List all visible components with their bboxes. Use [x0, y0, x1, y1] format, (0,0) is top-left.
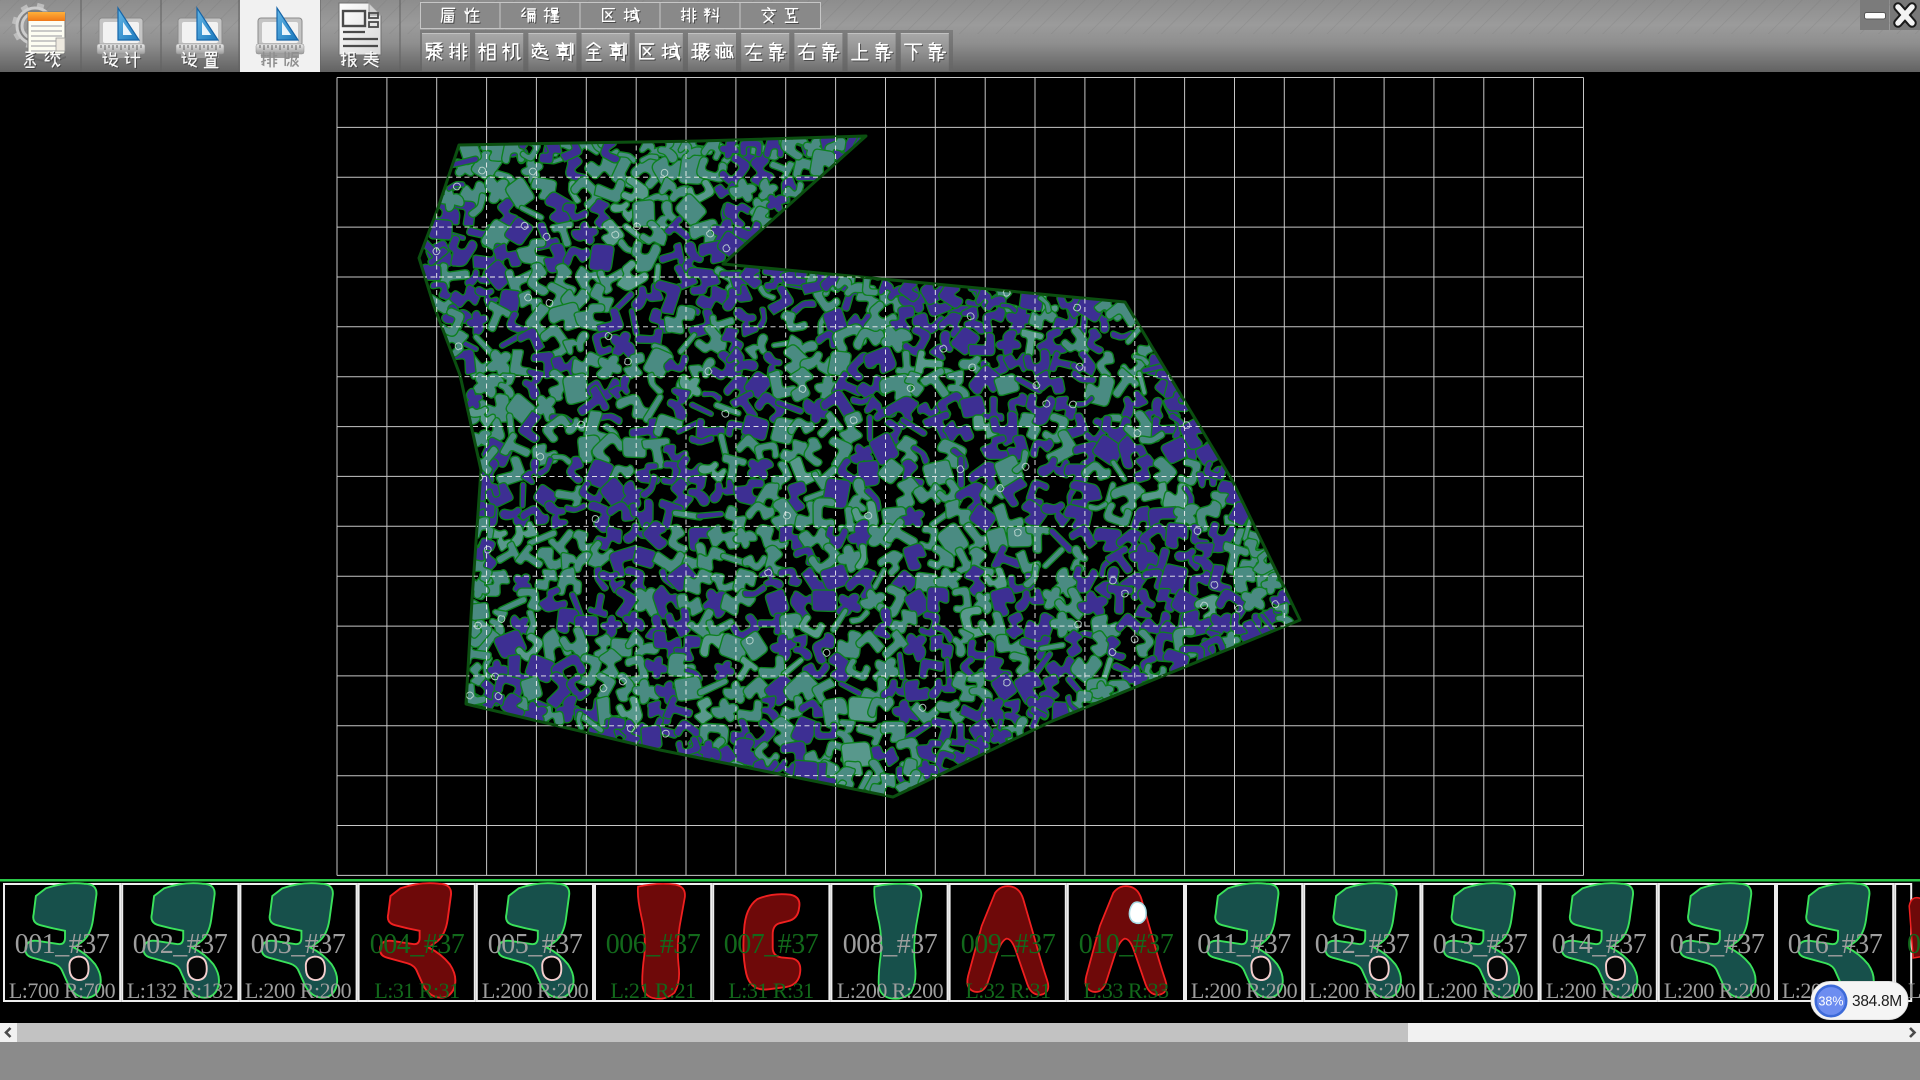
svg-text:L:200 R:200: L:200 R:200: [1664, 978, 1771, 1003]
svg-text:001_#37: 001_#37: [15, 929, 110, 960]
svg-text:L:21 R:21: L:21 R:21: [610, 978, 695, 1003]
svg-text:016_#37: 016_#37: [1788, 929, 1883, 960]
svg-text:012_#37: 012_#37: [1315, 929, 1410, 960]
svg-text:004_#37: 004_#37: [370, 929, 465, 960]
svg-text:L:31 R:31: L:31 R:31: [728, 978, 813, 1003]
svg-text:L:200 R:200: L:200 R:200: [837, 978, 944, 1003]
svg-text:L:200 R:200: L:200 R:200: [482, 978, 589, 1003]
svg-text:L:200 R:200: L:200 R:200: [1309, 978, 1416, 1003]
svg-text:384.8M: 384.8M: [1852, 993, 1902, 1010]
svg-text:L:200 R:200: L:200 R:200: [245, 978, 352, 1003]
svg-text:L:700 R:700: L:700 R:700: [9, 978, 116, 1003]
svg-text:L:200 R:200: L:200 R:200: [1546, 978, 1653, 1003]
svg-text:38%: 38%: [1818, 995, 1843, 1009]
svg-text:006_#37: 006_#37: [606, 929, 701, 960]
svg-text:L:33 R:33: L:33 R:33: [1083, 978, 1169, 1003]
svg-text:005_#37: 005_#37: [488, 929, 583, 960]
svg-text:L:32 R:31: L:32 R:31: [965, 978, 1050, 1003]
svg-text:014_#37: 014_#37: [1552, 929, 1647, 960]
svg-text:015_#37: 015_#37: [1670, 929, 1765, 960]
svg-text:007_#37: 007_#37: [724, 929, 819, 960]
svg-text:L:: L:: [1908, 978, 1920, 1003]
svg-text:L:31 R:31: L:31 R:31: [374, 978, 459, 1003]
svg-text:011_#37: 011_#37: [1197, 929, 1291, 960]
svg-text:009_#37: 009_#37: [961, 929, 1056, 960]
svg-text:010_#37: 010_#37: [1079, 929, 1174, 960]
svg-text:003_#37: 003_#37: [251, 929, 346, 960]
svg-text:013_#37: 013_#37: [1433, 929, 1528, 960]
svg-text:00: 00: [1907, 929, 1920, 960]
svg-text:L:200 R:200: L:200 R:200: [1191, 978, 1298, 1003]
svg-text:L:200 R:200: L:200 R:200: [1427, 978, 1534, 1003]
svg-text:002_#37: 002_#37: [133, 929, 228, 960]
svg-text:008_#37: 008_#37: [843, 929, 938, 960]
svg-text:L:132 R:132: L:132 R:132: [127, 978, 233, 1003]
